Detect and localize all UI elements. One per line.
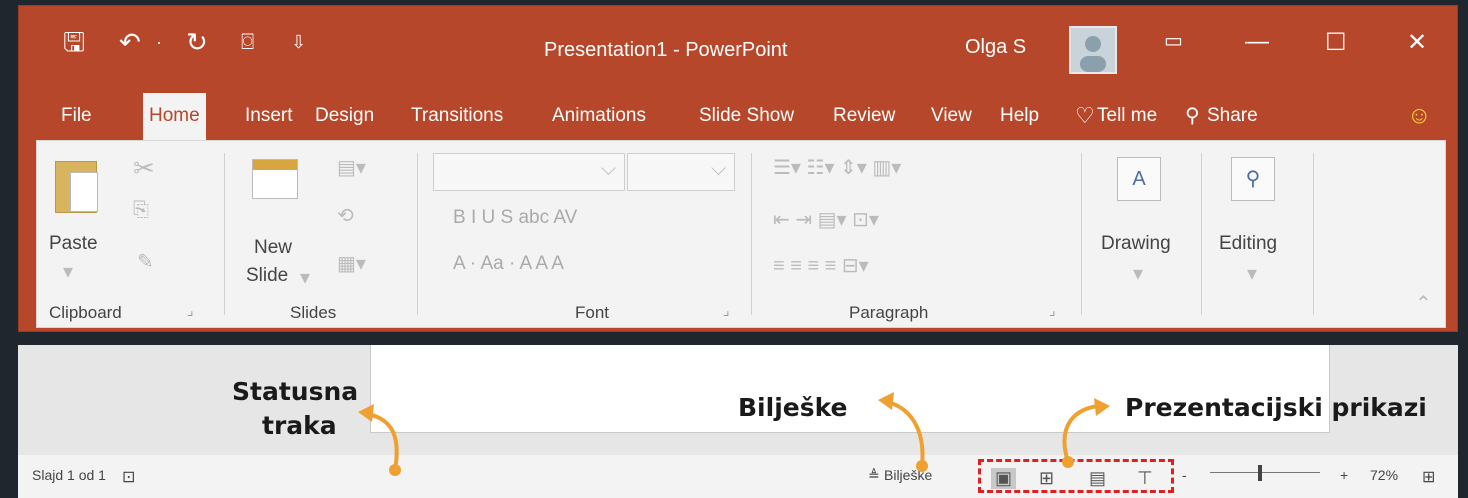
ribbon-home: Paste ▾ ✂ ⎘ ✎ Clipboard ⌟ New Slide ▾ ▤▾… (36, 140, 1446, 328)
annotation-notes: Bilješke (738, 393, 848, 422)
copy-icon[interactable]: ⎘ (133, 199, 149, 222)
paragraph-label: Paragraph (849, 303, 929, 322)
undo-icon[interactable]: ↶ (119, 27, 141, 57)
divider (1313, 153, 1314, 315)
fit-to-window-icon[interactable]: ⊞ (1422, 467, 1435, 487)
paragraph-launcher-icon[interactable]: ⌟ (1049, 302, 1056, 319)
tab-insert[interactable]: Insert (239, 98, 299, 134)
new-slide-label-2[interactable]: Slide (246, 265, 288, 287)
slide-info: Slajd 1 od 1 (32, 467, 106, 483)
tab-home[interactable]: Home (143, 93, 206, 140)
clipboard-launcher-icon[interactable]: ⌟ (187, 302, 194, 319)
zoom-slider-thumb[interactable] (1258, 465, 1262, 481)
tell-me-search[interactable]: Tell me (1091, 98, 1163, 134)
window-title: Presentation1 - PowerPoint (544, 39, 788, 61)
section-icon[interactable]: ▦▾ (337, 251, 366, 276)
format-painter-icon[interactable]: ✎ (137, 249, 154, 274)
new-slide-dropdown-icon[interactable]: ▾ (300, 265, 310, 290)
undo-dropdown-icon[interactable]: · (156, 27, 162, 57)
layout-icon[interactable]: ▤▾ (337, 155, 366, 180)
font-launcher-icon[interactable]: ⌟ (723, 302, 730, 319)
tab-review[interactable]: Review (827, 98, 901, 134)
divider (224, 153, 225, 315)
zoom-slider[interactable] (1210, 472, 1320, 473)
group-slides: New Slide ▾ ▤▾ ⟲ ▦▾ Slides (232, 141, 410, 329)
tab-slideshow[interactable]: Slide Show (693, 98, 800, 134)
zoom-out-button[interactable]: - (1182, 467, 1187, 483)
minimize-icon[interactable]: — (1245, 28, 1269, 56)
group-font: ⌵ ⌵ B I U S abc AV A · Aa · A A A Font ⌟ (427, 141, 745, 329)
normal-view-icon[interactable]: ▣ (991, 468, 1017, 489)
font-size-row[interactable]: A · Aa · A A A (453, 253, 564, 275)
chevron-down-icon: ⌵ (600, 158, 616, 180)
views-highlight-box: ▣ ⊞ ▤ ⊤ (978, 459, 1174, 493)
tab-view[interactable]: View (925, 98, 978, 134)
paste-icon[interactable] (55, 161, 98, 213)
ribbon-display-icon[interactable]: ▭ (1164, 28, 1183, 53)
maximize-icon[interactable]: ☐ (1325, 28, 1347, 57)
divider (1081, 153, 1082, 315)
font-label: Font (575, 303, 610, 322)
find-icon[interactable]: ⚲ (1231, 157, 1275, 201)
powerpoint-window: 🖫 ↶ · ↻ ⌼ ⇩ Presentation1 - PowerPoint O… (18, 5, 1458, 332)
spellcheck-icon[interactable]: ⊡ (122, 467, 135, 487)
divider (751, 153, 752, 315)
align-icon[interactable]: ≡ ≡ ≡ ≡ ⊟▾ (773, 253, 869, 278)
annotation-views: Prezentacijski prikazi (1125, 393, 1427, 422)
divider (1201, 153, 1202, 315)
font-size-combobox[interactable]: ⌵ (627, 153, 735, 191)
status-bar: Slajd 1 od 1 ⊡ ≜ Bilješke - + 72% ⊞ (18, 455, 1458, 498)
drawing-button[interactable]: Drawing (1101, 233, 1171, 255)
font-name-combobox[interactable]: ⌵ (433, 153, 625, 191)
notes-icon[interactable]: ≜ (868, 467, 880, 484)
clipboard-label: Clipboard (49, 303, 122, 322)
chevron-down-icon: ⌵ (710, 158, 726, 180)
font-formatting-row[interactable]: B I U S abc AV (453, 207, 577, 229)
bullets-icon[interactable]: ☰▾ ☷▾ ⇕▾ ▥▾ (773, 155, 901, 180)
customize-icon[interactable]: ⇩ (291, 27, 306, 57)
annotation-status-line2: traka (262, 411, 337, 440)
redo-icon[interactable]: ↻ (186, 27, 208, 57)
close-icon[interactable]: ✕ (1407, 28, 1427, 57)
tab-help[interactable]: Help (994, 98, 1045, 134)
tab-transitions[interactable]: Transitions (405, 98, 509, 134)
tab-design[interactable]: Design (309, 98, 380, 134)
zoom-level[interactable]: 72% (1370, 467, 1398, 483)
slide-sorter-icon[interactable]: ⊞ (1039, 468, 1054, 489)
group-editing: ⚲ Editing ▾ (1207, 141, 1307, 329)
tab-animations[interactable]: Animations (546, 98, 652, 134)
smiley-icon[interactable]: ☺ (1401, 98, 1438, 134)
new-slide-icon[interactable] (252, 159, 298, 199)
notes-button[interactable]: Bilješke (884, 467, 932, 483)
drawing-dropdown-icon[interactable]: ▾ (1133, 261, 1143, 286)
tab-file[interactable]: File (55, 98, 98, 134)
shapes-icon[interactable]: A (1117, 157, 1161, 201)
slideshow-view-icon[interactable]: ⊤ (1137, 468, 1153, 489)
group-drawing: A Drawing ▾ (1087, 141, 1197, 329)
zoom-in-button[interactable]: + (1340, 467, 1348, 483)
new-slide-label-1[interactable]: New (254, 237, 292, 259)
collapse-ribbon-icon[interactable]: ⌃ (1415, 291, 1432, 316)
cut-icon[interactable]: ✂ (133, 153, 155, 184)
paste-dropdown-icon[interactable]: ▾ (63, 259, 73, 284)
title-bar: 🖫 ↶ · ↻ ⌼ ⇩ Presentation1 - PowerPoint O… (19, 6, 1457, 86)
reading-view-icon[interactable]: ▤ (1089, 468, 1106, 489)
group-clipboard: Paste ▾ ✂ ⎘ ✎ Clipboard ⌟ (37, 141, 217, 329)
user-name[interactable]: Olga S (965, 36, 1026, 59)
reset-icon[interactable]: ⟲ (337, 203, 354, 228)
slides-label: Slides (290, 303, 337, 322)
ribbon-tabs: File Home Insert Design Transitions Anim… (19, 90, 1457, 140)
indent-icon[interactable]: ⇤ ⇥ ▤▾ ⊡▾ (773, 207, 879, 232)
share-button[interactable]: Share (1201, 98, 1264, 134)
divider (417, 153, 418, 315)
paste-button[interactable]: Paste (49, 233, 98, 255)
avatar[interactable] (1069, 26, 1117, 74)
presenter-icon[interactable]: ⌼ (241, 27, 254, 57)
editing-dropdown-icon[interactable]: ▾ (1247, 261, 1257, 286)
annotation-status-line1: Statusna (232, 377, 359, 406)
group-paragraph: ☰▾ ☷▾ ⇕▾ ▥▾ ⇤ ⇥ ▤▾ ⊡▾ ≡ ≡ ≡ ≡ ⊟▾ Paragra… (759, 141, 1077, 329)
editing-button[interactable]: Editing (1219, 233, 1277, 255)
save-icon[interactable]: 🖫 (63, 27, 85, 57)
